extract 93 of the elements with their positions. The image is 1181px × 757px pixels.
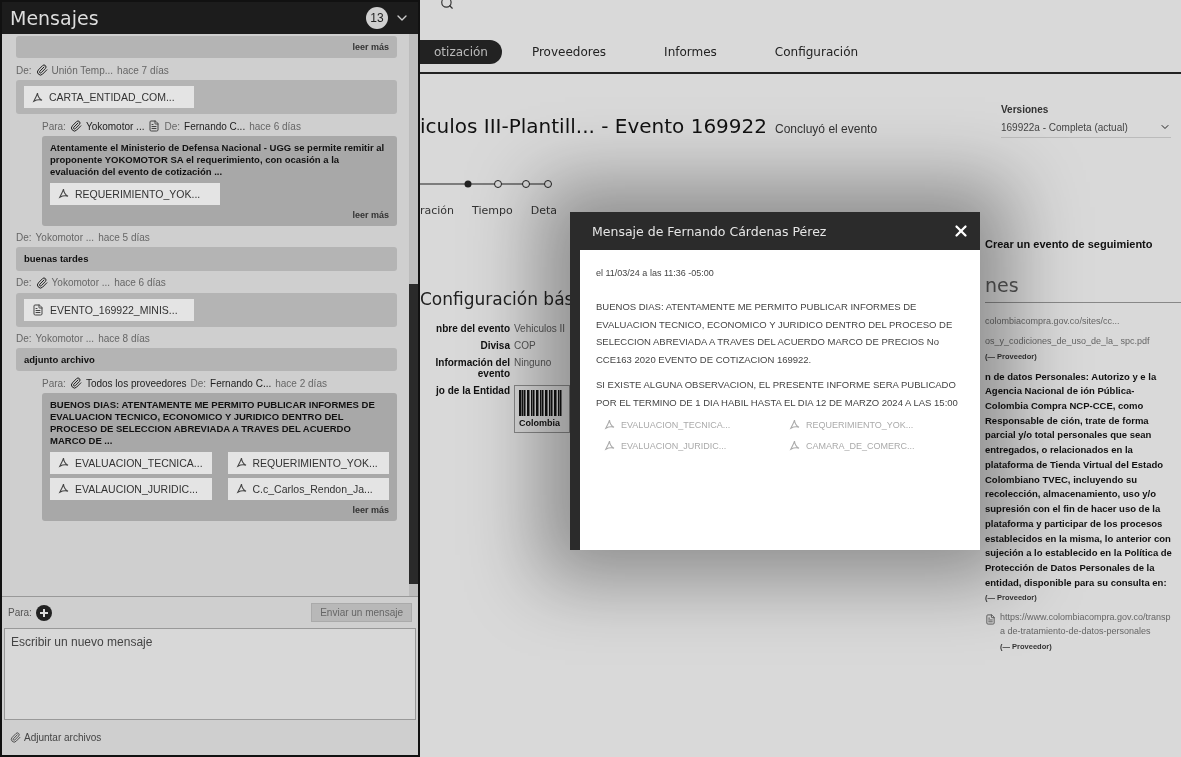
paperclip-icon xyxy=(35,276,48,289)
participant-label: De: xyxy=(16,231,32,243)
document-link[interactable]: https://www.colombiacompra.gov.co/transpa de-tratamiento-de-datos-personales xyxy=(1000,611,1175,639)
participant-name: Fernando C... xyxy=(210,377,272,389)
pdf-icon xyxy=(604,419,615,431)
participant-name: Todos los proveedores xyxy=(85,377,187,389)
message-time: hace 6 días xyxy=(249,120,301,132)
paperclip-icon xyxy=(69,120,82,132)
recipient-label: Para: xyxy=(8,607,32,618)
attachment-chip[interactable]: REQUERIMIENTO_YOK... xyxy=(227,451,389,474)
conditions-heading: nes xyxy=(985,274,1181,303)
follow-up-event-link[interactable]: Crear un evento de seguimiento xyxy=(985,238,1181,250)
pdf-icon xyxy=(789,440,800,452)
read-more-link[interactable]: leer más xyxy=(352,209,389,220)
field-value: COP xyxy=(514,340,537,351)
participant-name: Unión Temp... xyxy=(51,64,114,76)
message-text: adjunto archivo xyxy=(24,353,96,366)
panel-title: Mensajes xyxy=(10,7,100,29)
document-icon xyxy=(148,120,161,132)
participant-name: Yokomotor ... xyxy=(51,277,111,288)
participant-label: De: xyxy=(16,64,32,76)
document-icon xyxy=(32,303,44,316)
participant-name: Yokomotor ... xyxy=(85,120,145,132)
message-text: buenas tardes xyxy=(24,252,90,265)
participant-label: Para: xyxy=(42,120,66,132)
participant-label: De: xyxy=(164,120,181,132)
attachment-chip[interactable]: EVALAUCION_JURIDIC... xyxy=(50,477,212,500)
nav-tab[interactable]: Informes xyxy=(650,40,731,64)
message-time: hace 6 días xyxy=(114,277,166,288)
nav-tab[interactable]: Proveedores xyxy=(517,40,621,64)
pdf-icon xyxy=(789,419,800,431)
scrollbar-thumb[interactable] xyxy=(409,284,418,584)
version-select[interactable]: 169922a - Completa (actual) xyxy=(1001,121,1171,138)
read-more-link[interactable]: leer más xyxy=(352,504,389,515)
pdf-icon xyxy=(32,91,43,103)
attachment-chip[interactable]: C.c_Carlos_Rendon_Ja... xyxy=(227,477,389,500)
logo-text: Colombia xyxy=(519,418,561,428)
attachment-chip[interactable]: CARTA_ENTIDAD_COM... xyxy=(24,86,194,108)
pdf-icon xyxy=(58,457,69,469)
read-more-link[interactable]: leer más xyxy=(352,42,389,52)
message-time: hace 7 días xyxy=(117,64,169,76)
plus-icon xyxy=(38,607,49,618)
pdf-icon xyxy=(58,483,69,495)
event-title: iculos III-Plantill... - Evento 169922 xyxy=(420,114,767,138)
participant-label: De: xyxy=(16,277,32,288)
paperclip-icon xyxy=(10,732,21,743)
participant-name: Yokomotor ... xyxy=(35,231,95,243)
attachment-chip[interactable]: EVALUACION_TECNICA... xyxy=(50,451,212,474)
participant-name: Yokomotor ... xyxy=(35,332,95,344)
attach-files-link[interactable]: Adjuntar archivos xyxy=(2,720,418,755)
message-text: Atentamente el Ministerio de Defensa Nacional - UGG se permite remitir al proponente YOKOMOTOR SA el requerimiento, con ocasión a la evaluación del evento de cotización ... xyxy=(50,142,386,178)
barcode-drawing xyxy=(519,390,563,416)
field-value: Vehiculos II xyxy=(514,323,567,334)
message-date: el 11/03/24 a las 11:36 -05:00 xyxy=(596,268,715,278)
field-label: jo de la Entidad xyxy=(434,385,510,396)
field-label: Información del evento xyxy=(434,357,510,379)
participant-label: De: xyxy=(16,332,32,344)
paperclip-icon xyxy=(69,377,82,390)
paperclip-icon xyxy=(35,64,48,76)
pdf-icon xyxy=(58,188,69,200)
attachment-chip[interactable]: REQUERIMIENTO_YOK... xyxy=(50,182,220,205)
nav-tab[interactable]: otización xyxy=(420,40,502,64)
message-time: hace 5 días xyxy=(98,231,150,243)
add-recipient-button[interactable] xyxy=(35,604,52,621)
dialog-title: Mensaje de Fernando Cárdenas Pérez xyxy=(592,223,827,239)
versions-label: Versiones xyxy=(1001,104,1050,115)
event-status: Concluyó el evento xyxy=(775,122,878,136)
message-text: BUENOS DIAS: ATENTAMENTE ME PERMITO PUBLICAR INFORMES DE EVALUACION TECNICO, ECONOMICO Y JURIDICO DENTRO DEL PROCESO DE SELECCION ABREVIADA A TRAVES DEL ACUERDO MARCO DE ... xyxy=(50,399,376,447)
attachment-chip[interactable]: EVENTO_169922_MINIS... xyxy=(24,298,194,321)
close-button[interactable] xyxy=(952,222,970,240)
scrollbar[interactable] xyxy=(409,34,418,596)
data-policy-text: n de datos Personales: Autorizo y e la Agencia Nacional de ión Pública-Colombia Compra NCP-CCE, como Responsable de ción, trate de forma parcial y/o total personales que sean entregados, o relacionados en la plataforma de Tienda Virtual del Estado Colombiano TVEC, incluyendo su recolección, almacenamiento, uso y/o supresión con el fin de hacer uso de la plataforma y participar de los procesos establecidos en la misma, lo anterior con sujeción a lo establecido en la Política de Protección de Datos Personales de la entidad, disponible para su consulta en: xyxy=(985,369,1173,590)
message-paragraph: BUENOS DIAS: ATENTAMENTE ME PERMITO PUBLICAR INFORMES DE EVALUACION TECNICO, ECONOMICO Y JURIDICO DENTRO DEL PROCESO DE SELECCION ABREVIADA A TRAVES DEL ACUERDO MARCO DE PRECIOS No CCE163 2020 EVENTO DE COTIZACION 169922. xyxy=(596,300,954,367)
nav-tab[interactable]: Configuración xyxy=(760,40,873,64)
message-input[interactable]: Escribir un nuevo mensaje xyxy=(4,628,416,720)
document-icon xyxy=(985,614,996,626)
search-icon[interactable] xyxy=(440,0,454,10)
field-value: Ninguno xyxy=(514,357,553,368)
message-paragraph: SI EXISTE ALGUNA OBSERVACION, EL PRESENTE INFORME SERA PUBLICADO POR EL TERMINO DE 1 DIA HABIL HASTA EL DIA 12 DE MARZO 2024 A LAS 15:00 xyxy=(596,378,959,410)
section-tab[interactable]: Deta xyxy=(530,204,557,217)
field-label: Divisa xyxy=(479,340,510,351)
section-tab[interactable]: Tiempo xyxy=(472,204,513,217)
participant-label: De: xyxy=(190,377,207,389)
participant-label: Para: xyxy=(42,377,66,389)
field-label: nbre del evento xyxy=(435,323,510,334)
unread-count: 13 xyxy=(366,7,388,29)
message-time: hace 2 días xyxy=(275,377,327,389)
pdf-icon xyxy=(235,457,247,469)
pdf-icon xyxy=(604,440,615,452)
pdf-icon xyxy=(235,483,247,495)
message-time: hace 8 días xyxy=(98,332,150,344)
section-tab[interactable]: ración xyxy=(420,204,455,217)
participant-name: Fernando C... xyxy=(184,120,246,132)
